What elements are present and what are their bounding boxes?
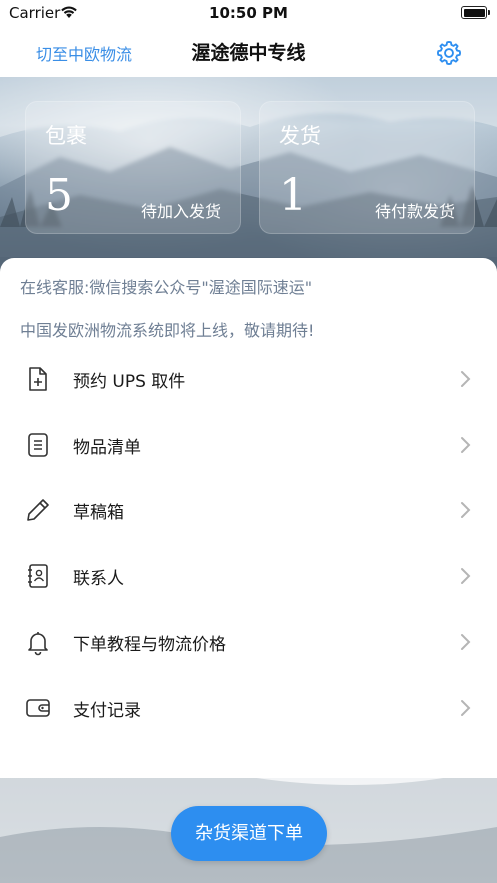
parcels-title: 包裹 — [45, 124, 87, 148]
navigation-bar: 切至中欧物流 渥途德中专线 — [0, 26, 497, 77]
chevron-right-icon — [461, 502, 471, 518]
chevron-right-icon — [461, 700, 471, 716]
menu-item-label: 物品清单 — [73, 438, 141, 458]
menu-item-tutorial-pricing[interactable]: 下单教程与物流价格 — [0, 612, 497, 672]
wallet-icon — [26, 699, 50, 717]
customer-service-notice: 在线客服:微信搜索公众号"渥途国际速运" — [20, 278, 313, 297]
announcement-notice: 中国发欧洲物流系统即将上线，敬请期待! — [20, 321, 315, 340]
parcels-card[interactable]: 包裹 5 待加入发货 — [25, 101, 241, 234]
menu-item-contacts[interactable]: 联系人 — [0, 546, 497, 606]
list-document-icon — [28, 433, 48, 457]
status-bar: Carrier 10:50 PM — [0, 0, 497, 26]
page-title: 渥途德中专线 — [191, 42, 306, 64]
app-screen: Carrier 10:50 PM 切至中欧物流 渥途德中专线 包裹 5 待加入发… — [0, 0, 497, 883]
menu-item-item-list[interactable]: 物品清单 — [0, 415, 497, 475]
battery-icon — [461, 6, 490, 19]
pencil-icon — [27, 499, 49, 521]
menu-item-payment-records[interactable]: 支付记录 — [0, 678, 497, 738]
menu-item-label: 联系人 — [73, 569, 124, 589]
shipments-count: 1 — [279, 170, 307, 221]
menu-item-label: 下单教程与物流价格 — [73, 635, 226, 655]
shipments-caption: 待付款发货 — [374, 202, 455, 221]
add-document-icon — [29, 367, 47, 391]
menu-item-drafts[interactable]: 草稿箱 — [0, 480, 497, 540]
shipments-card[interactable]: 发货 1 待付款发货 — [259, 101, 475, 234]
menu-item-label: 预约 UPS 取件 — [73, 372, 186, 392]
chevron-right-icon — [461, 371, 471, 387]
menu-item-label: 支付记录 — [73, 701, 141, 721]
chevron-right-icon — [461, 568, 471, 584]
menu-item-label: 草稿箱 — [73, 503, 124, 523]
chevron-right-icon — [461, 634, 471, 650]
contacts-book-icon — [28, 564, 48, 588]
shipments-title: 发货 — [279, 124, 321, 148]
menu-item-ups-pickup[interactable]: 预约 UPS 取件 — [0, 349, 497, 409]
content-sheet: 在线客服:微信搜索公众号"渥途国际速运" 中国发欧洲物流系统即将上线，敬请期待!… — [0, 258, 497, 778]
parcels-count: 5 — [45, 170, 73, 221]
gear-icon[interactable] — [435, 39, 463, 67]
chevron-right-icon — [461, 437, 471, 453]
bell-icon — [28, 632, 48, 656]
clock: 10:50 PM — [209, 4, 288, 22]
battery-level — [463, 8, 485, 17]
parcels-caption: 待加入发货 — [140, 202, 221, 221]
order-button[interactable]: 杂货渠道下单 — [171, 806, 327, 861]
